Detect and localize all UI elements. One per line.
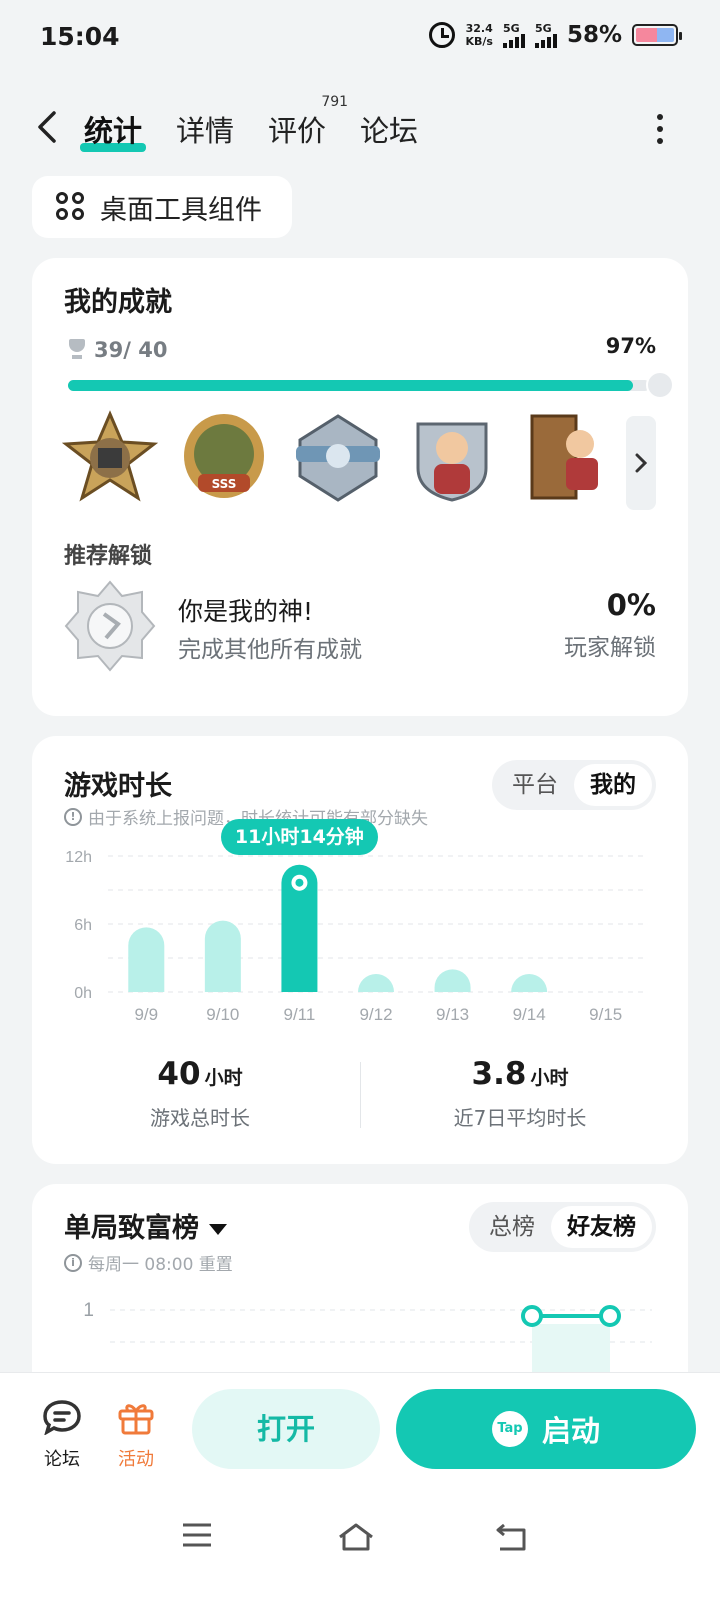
forum-chat-icon bbox=[43, 1400, 81, 1436]
menu-icon[interactable] bbox=[180, 1521, 214, 1549]
desktop-widget-button[interactable]: 桌面工具组件 bbox=[32, 176, 292, 238]
status-icons: 32.4 KB/s 5G 5G 58% bbox=[429, 22, 682, 48]
chart-bar[interactable] bbox=[204, 920, 241, 992]
more-options-icon[interactable] bbox=[656, 114, 664, 144]
tab-details[interactable]: 详情 bbox=[176, 108, 234, 150]
chevron-right-icon bbox=[635, 453, 648, 473]
achievement-badge-door[interactable] bbox=[518, 410, 614, 504]
x-tick-label: 9/12 bbox=[359, 1005, 392, 1024]
info-icon: ! bbox=[64, 807, 82, 826]
playtime-card: 游戏时长 平台 我的 ! 由于系统上报问题，时长统计可能有部分缺失 0h6h12… bbox=[32, 736, 688, 1164]
toggle-platform[interactable]: 平台 bbox=[496, 764, 574, 806]
recommend-badge-icon[interactable] bbox=[64, 578, 156, 672]
x-tick-label: 9/10 bbox=[206, 1005, 239, 1024]
back-nav-icon[interactable] bbox=[494, 1521, 530, 1553]
sss-label: SSS bbox=[212, 477, 237, 491]
x-tick-label: 9/14 bbox=[513, 1005, 546, 1024]
leaderboard-note: i 每周一 08:00 重置 bbox=[64, 1250, 233, 1275]
battery-icon bbox=[632, 24, 682, 46]
tap-logo-icon: Tap bbox=[491, 1411, 528, 1447]
toggle-overall[interactable]: 总榜 bbox=[473, 1206, 551, 1248]
chart-bar[interactable] bbox=[434, 969, 471, 992]
clock: 15:04 bbox=[40, 22, 120, 51]
playtime-title: 游戏时长 bbox=[64, 771, 172, 802]
status-bar: 15:04 32.4 KB/s 5G 5G 58% bbox=[0, 0, 720, 78]
info-icon: i bbox=[64, 1253, 82, 1272]
recommend-percent: 0% bbox=[606, 588, 656, 622]
network-speed: 32.4 KB/s bbox=[465, 22, 493, 48]
tab-reviews[interactable]: 评价 791 bbox=[268, 94, 348, 150]
x-tick-label: 9/15 bbox=[589, 1005, 622, 1024]
battery-percent: 58% bbox=[566, 22, 622, 48]
trophy-icon bbox=[68, 339, 86, 361]
widget-label: 桌面工具组件 bbox=[100, 194, 262, 226]
back-arrow-icon[interactable] bbox=[32, 110, 62, 144]
chart-bar[interactable] bbox=[511, 974, 548, 992]
gift-icon bbox=[118, 1404, 154, 1435]
x-tick-label: 9/9 bbox=[134, 1005, 158, 1024]
top-nav: 统计 详情 评价 791 论坛 bbox=[0, 94, 720, 166]
achievement-count: 39/ 40 bbox=[68, 338, 167, 362]
leaderboard-toggle: 总榜 好友榜 bbox=[469, 1202, 656, 1252]
x-tick-label: 9/13 bbox=[436, 1005, 469, 1024]
achievement-badge-soldier[interactable]: SSS bbox=[176, 410, 272, 504]
toggle-friends[interactable]: 好友榜 bbox=[551, 1206, 652, 1248]
achievements-title: 我的成就 bbox=[64, 287, 172, 318]
tab-forum[interactable]: 论坛 bbox=[360, 108, 418, 150]
review-count-badge: 791 bbox=[321, 94, 349, 110]
achievement-badge-star[interactable] bbox=[61, 410, 159, 504]
activity-nav[interactable]: 活动 bbox=[106, 1399, 166, 1471]
total-playtime: 40 小时 游戏总时长 bbox=[150, 1056, 250, 1130]
chart-tooltip: 11小时14分钟 bbox=[220, 818, 378, 855]
tab-stats[interactable]: 统计 bbox=[79, 108, 147, 152]
playtime-chart: 0h 6h 12h 9/9 9/10 9/11 9/12 9/13 9/14 9/15 bbox=[65, 849, 644, 1024]
dropdown-caret-icon bbox=[209, 1224, 227, 1235]
bottom-action-bar: 论坛 活动 打开 Tap 启动 bbox=[0, 1372, 720, 1600]
x-tick-label: 9/11 bbox=[284, 1005, 316, 1024]
progress-end-knob bbox=[646, 371, 674, 399]
leaderboard-ytick: 1 bbox=[83, 1300, 94, 1321]
achievements-card: 我的成就 39/ 40 97% SSS 推荐解锁 你是我的神! 完成其他所有成就… bbox=[32, 258, 688, 716]
y-tick-label: 0h bbox=[74, 985, 92, 1002]
achievement-badges[interactable]: SSS bbox=[61, 410, 614, 504]
badges-next-button[interactable] bbox=[626, 416, 656, 510]
signal-sim1-icon: 5G bbox=[502, 23, 525, 48]
leaderboard-title[interactable]: 单局致富榜 bbox=[64, 1206, 227, 1245]
playtime-toggle: 平台 我的 bbox=[492, 760, 656, 810]
recommend-name: 你是我的神! bbox=[178, 597, 314, 626]
alarm-icon bbox=[429, 22, 456, 48]
leaderboard-point bbox=[599, 1305, 621, 1327]
tab-bar: 统计 详情 评价 791 论坛 bbox=[79, 94, 418, 152]
chart-bar[interactable] bbox=[358, 974, 394, 992]
achievement-progress-bar bbox=[68, 371, 674, 399]
average-playtime: 3.8 小时 近7日平均时长 bbox=[453, 1056, 587, 1130]
toggle-mine[interactable]: 我的 bbox=[574, 764, 652, 806]
home-icon[interactable] bbox=[336, 1521, 376, 1553]
achievement-badge-panic[interactable] bbox=[404, 410, 500, 504]
y-tick-label: 12h bbox=[65, 849, 92, 866]
recommend-desc: 完成其他所有成就 bbox=[178, 637, 362, 663]
bar-marker-dot bbox=[295, 878, 304, 887]
recommend-percent-label: 玩家解锁 bbox=[564, 635, 656, 661]
achievement-percent: 97% bbox=[605, 334, 656, 358]
achievement-progress-fill bbox=[68, 380, 633, 391]
start-button[interactable]: Tap 启动 bbox=[396, 1389, 696, 1469]
leaderboard-point bbox=[521, 1305, 543, 1327]
recommend-title: 推荐解锁 bbox=[64, 544, 153, 569]
chart-bar[interactable] bbox=[128, 927, 165, 992]
forum-nav[interactable]: 论坛 bbox=[32, 1399, 92, 1471]
signal-sim2-icon: 5G bbox=[534, 23, 557, 48]
y-tick-label: 6h bbox=[74, 917, 92, 934]
widget-grid-icon bbox=[56, 192, 86, 222]
achievement-badge-gun[interactable] bbox=[290, 410, 386, 504]
open-button[interactable]: 打开 bbox=[192, 1389, 380, 1469]
